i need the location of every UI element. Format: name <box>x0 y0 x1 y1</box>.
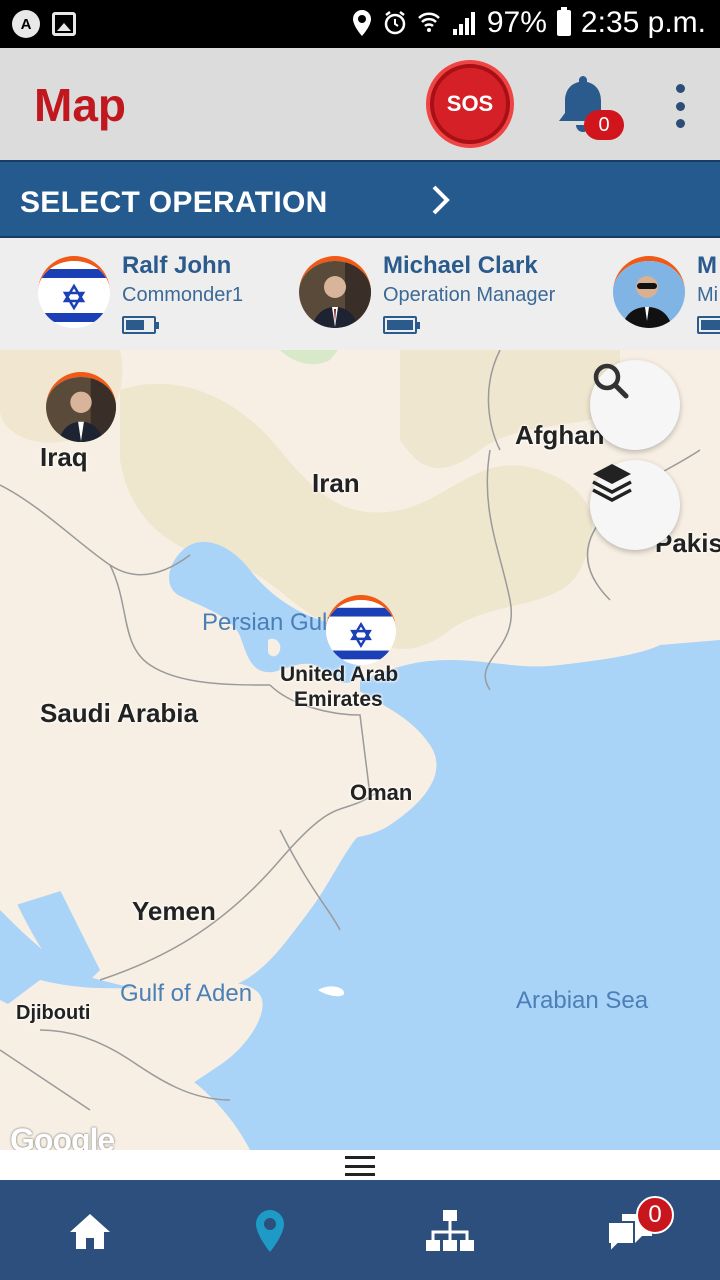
select-operation-bar[interactable]: SELECT OPERATION <box>0 160 720 238</box>
sos-button[interactable]: SOS <box>430 64 510 144</box>
map-layers-button[interactable] <box>590 460 680 550</box>
person-photo-icon <box>46 377 116 442</box>
member-card[interactable]: Michael Clark Operation Manager <box>299 252 579 338</box>
avatar <box>38 256 110 328</box>
google-attribution: Google <box>10 1122 115 1150</box>
location-pin-icon <box>256 1210 284 1252</box>
map-label-country: Yemen <box>132 896 216 926</box>
status-bar: A 97% 2:35 p.m. <box>0 0 720 48</box>
member-card[interactable]: M Mi <box>613 252 720 338</box>
home-icon <box>70 1214 110 1249</box>
map-label-sea: Persian Gulf <box>202 609 335 636</box>
map-label-country: Afghan <box>515 420 605 450</box>
location-icon <box>352 10 371 36</box>
alarm-icon <box>384 11 406 35</box>
page-title: Map <box>34 79 126 131</box>
battery-icon <box>697 316 720 334</box>
battery-icon <box>556 7 571 36</box>
map-label-sea: Gulf of Aden <box>120 980 253 1007</box>
members-strip: Ralf John Commonder1 Michael Clark Opera… <box>0 238 720 350</box>
menu-icon <box>345 1156 375 1176</box>
map-label-country: Iran <box>312 468 360 498</box>
layers-icon <box>592 464 632 502</box>
person-photo-icon <box>613 261 685 328</box>
app-notification-icon: A <box>12 10 40 38</box>
app-bar: Map SOS 0 <box>0 48 720 160</box>
map-label-sea: Arabian Sea <box>516 987 649 1014</box>
hierarchy-icon <box>426 1210 474 1251</box>
signal-icon <box>452 12 475 35</box>
notification-count-badge: 0 <box>584 110 624 140</box>
member-name: Michael Clark <box>383 252 538 279</box>
member-location-marker[interactable] <box>326 595 396 665</box>
map-label-country: Iraq <box>40 442 88 472</box>
wifi-icon <box>417 12 440 32</box>
member-name: M <box>697 252 717 279</box>
avatar <box>299 256 371 328</box>
map-screen: A 97% 2:35 p.m. Map SOS 0 SELECT OPERATI… <box>0 0 720 1280</box>
select-operation-label: SELECT OPERATION <box>20 186 328 219</box>
member-location-marker[interactable] <box>46 372 116 442</box>
map-label-country: Emirates <box>294 688 383 711</box>
search-icon <box>593 363 629 399</box>
image-notification-icon <box>52 12 76 36</box>
israel-flag-icon <box>38 261 110 328</box>
map-view[interactable]: Iraq Iran Afghan Pakist Saudi Arabia Uni… <box>0 350 720 1150</box>
map-search-button[interactable] <box>590 360 680 450</box>
member-card[interactable]: Ralf John Commonder1 <box>38 252 278 338</box>
battery-percent: 97% <box>486 6 547 39</box>
nav-hierarchy[interactable] <box>420 1206 480 1256</box>
map-label-country: United Arab <box>280 663 399 686</box>
map-label-country: Oman <box>350 780 413 805</box>
chat-count-badge: 0 <box>636 1196 674 1234</box>
member-role: Mi <box>697 284 719 306</box>
nav-map[interactable] <box>240 1206 300 1256</box>
chevron-right-icon <box>432 185 450 215</box>
nav-home[interactable] <box>60 1206 120 1256</box>
israel-flag-icon <box>326 600 396 665</box>
map-label-country: Djibouti <box>16 1002 91 1024</box>
map-label-country: Saudi Arabia <box>40 698 198 728</box>
more-options-button[interactable] <box>672 84 688 128</box>
clock: 2:35 p.m. <box>580 6 706 39</box>
avatar <box>613 256 685 328</box>
member-role: Operation Manager <box>383 284 556 306</box>
member-role: Commonder1 <box>122 284 244 306</box>
battery-icon <box>383 316 420 334</box>
bottom-navigation: 0 <box>0 1180 720 1280</box>
drawer-handle-bar[interactable] <box>0 1150 720 1180</box>
person-photo-icon <box>299 261 371 328</box>
battery-icon <box>122 316 159 334</box>
member-name: Ralf John <box>122 252 232 279</box>
